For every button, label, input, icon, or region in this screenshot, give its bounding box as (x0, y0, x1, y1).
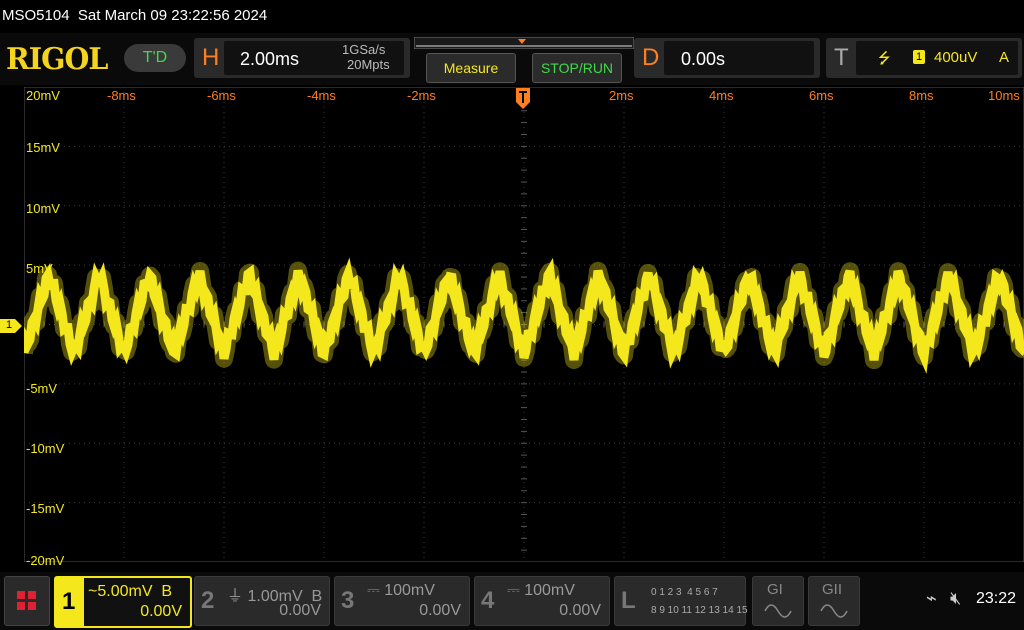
channel-4-box[interactable]: 4 ⎓ 100mV 0.00V (474, 576, 610, 626)
channel-2-offset: 0.00V (279, 602, 321, 619)
channel-1-scale: ~5.00mV B (88, 583, 173, 600)
channel-1-offset: 0.00V (140, 603, 182, 620)
overview-zigzag (413, 36, 635, 50)
control-bar: RIGOL T'D H 2.00ms 1GSa/s 20Mpts Measure… (0, 33, 1024, 85)
timebase-value: 2.00ms (240, 49, 300, 69)
y-tick: 20mV (26, 88, 60, 103)
x-tick: 4ms (709, 88, 734, 103)
trigger-letter: T (834, 44, 849, 71)
waveform-svg (15, 86, 1024, 563)
sine-wave-icon (820, 604, 848, 618)
trigger-level: 400uV (934, 49, 978, 66)
sine-wave-icon (764, 604, 792, 618)
horizontal-panel[interactable]: H 2.00ms 1GSa/s 20Mpts (194, 38, 410, 78)
logic-letter: L (621, 587, 636, 614)
measure-button[interactable]: Measure (426, 53, 516, 83)
sample-rate: 1GSa/s (342, 42, 386, 57)
dc-coupling-icon: ⎓ (367, 582, 380, 599)
x-tick: -4ms (307, 88, 336, 103)
status-title: MSO5104 Sat March 09 23:22:56 2024 (2, 7, 267, 24)
generator-2-button[interactable]: GII (808, 576, 860, 626)
x-tick: 8ms (909, 88, 934, 103)
y-tick: -20mV (26, 553, 65, 568)
y-tick: 5mV (26, 261, 53, 276)
generator-1-button[interactable]: GI (752, 576, 804, 626)
x-tick: 10ms (988, 88, 1020, 103)
ac-coupling-icon: ~ (88, 583, 98, 600)
channel-4-number: 4 (481, 587, 495, 614)
delay-panel[interactable]: D 0.00s (634, 38, 820, 78)
x-tick: 2ms (609, 88, 634, 103)
datetime: Sat March 09 23:22:56 2024 (77, 7, 268, 24)
delay-value: 0.00s (681, 49, 726, 69)
x-tick: 6ms (809, 88, 834, 103)
trigger-t-icon (516, 88, 530, 109)
model-name: MSO5104 (2, 7, 70, 24)
horizontal-letter: H (202, 44, 220, 71)
gnd-coupling-icon: ⏚ (227, 588, 244, 605)
system-clock: 23:22 (976, 590, 1017, 607)
channel-4-offset: 0.00V (559, 602, 601, 619)
channel-3-number: 3 (341, 587, 355, 614)
dc-coupling-icon: ⎓ (507, 582, 520, 599)
y-tick: -10mV (26, 441, 65, 456)
trigger-source-badge: 1 (913, 50, 925, 64)
grid-menu-icon (17, 591, 36, 610)
channel-3-scale: ⎓ 100mV (367, 582, 435, 599)
channel-3-box[interactable]: 3 ⎓ 100mV 0.00V (334, 576, 470, 626)
usb-icon: ⌁ (926, 588, 937, 608)
x-tick: -8ms (107, 88, 136, 103)
logic-channels-box[interactable]: L 0 1 2 3 4 5 6 7 8 9 10 11 12 13 14 15 (614, 576, 748, 626)
delay-letter: D (642, 44, 660, 71)
stop-run-button[interactable]: STOP/RUN (532, 53, 622, 83)
y-tick: 15mV (26, 140, 60, 155)
logic-row-1: 0 1 2 3 4 5 6 7 (651, 587, 718, 598)
logic-row-2: 8 9 10 11 12 13 14 15 (651, 605, 748, 616)
waveform-overview[interactable] (413, 36, 635, 50)
td-badge[interactable]: T'D (124, 44, 186, 72)
x-tick: -6ms (207, 88, 236, 103)
trigger-panel[interactable]: T ⭍ 1 400uV A (826, 38, 1022, 78)
ch1-ground-marker[interactable]: 1 (0, 319, 22, 333)
grid-menu-button[interactable] (4, 576, 50, 626)
waveform-display[interactable] (15, 86, 1024, 563)
channel-2-box[interactable]: 2 ⏚ 1.00mV B 0.00V (194, 576, 330, 626)
y-tick: -15mV (26, 501, 65, 516)
status-bar: MSO5104 Sat March 09 23:22:56 2024 (0, 0, 1024, 32)
x-tick: -2ms (407, 88, 436, 103)
ch1-marker-label: 1 (6, 319, 13, 331)
trigger-mode: A (999, 49, 1010, 66)
bw-limit-badge: B (161, 583, 173, 600)
trigger-edge-icon: ⭍ (878, 50, 891, 67)
channel-1-number: 1 (62, 588, 76, 615)
mute-icon[interactable]: 🔇︎ (950, 588, 961, 609)
rigol-logo: RIGOL (6, 42, 108, 77)
trigger-position-marker[interactable] (516, 88, 530, 110)
bottom-bar: 1 ~5.00mV B 0.00V 2 ⏚ 1.00mV B 0.00V 3 ⎓… (0, 572, 1024, 630)
y-tick: 10mV (26, 201, 60, 216)
channel-4-scale: ⎓ 100mV (507, 582, 575, 599)
channel-3-offset: 0.00V (419, 602, 461, 619)
channel-1-box[interactable]: 1 ~5.00mV B 0.00V (54, 576, 192, 628)
memory-depth: 20Mpts (347, 57, 390, 72)
y-tick: -5mV (26, 381, 58, 396)
channel-2-number: 2 (201, 587, 215, 614)
